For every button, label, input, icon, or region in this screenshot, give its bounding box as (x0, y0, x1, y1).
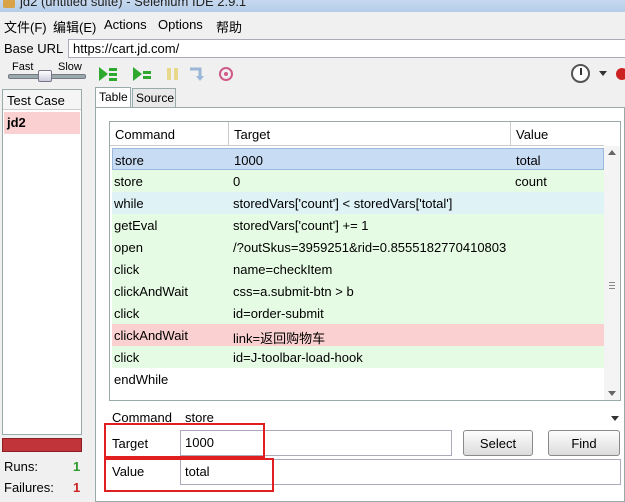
menu-options[interactable]: Options (158, 17, 203, 32)
scroll-grip (609, 282, 615, 283)
test-case-item[interactable]: jd2 (4, 112, 80, 134)
play-suite-icon[interactable] (97, 65, 119, 83)
failures-stat: Failures: 1 (4, 480, 80, 495)
failures-label: Failures: (4, 480, 54, 495)
window-title: jd2 (untitled suite) - Selenium IDE 2.9.… (20, 0, 247, 9)
cell-target: /?outSkus=3959251&rid=0.8555182770410803 (233, 240, 507, 255)
menu-file[interactable]: 文件(F) (4, 17, 47, 36)
cell-target: 1000 (234, 153, 263, 168)
base-url-bar: Base URL https://cart.jd.com/ (0, 37, 625, 59)
cell-command: clickAndWait (114, 284, 188, 299)
cell-target: link=返回购物车 (233, 331, 326, 346)
runs-count: 1 (73, 459, 81, 474)
cell-command: endWhile (114, 372, 169, 387)
table-row[interactable]: clickAndWait link=返回购物车 (112, 324, 604, 346)
highlight-box-value (104, 458, 274, 492)
cell-command: store (115, 153, 144, 168)
title-bar: jd2 (untitled suite) - Selenium IDE 2.9.… (0, 0, 625, 12)
progress-bar (2, 438, 82, 452)
cell-command: click (114, 262, 140, 277)
base-url-label: Base URL (4, 41, 64, 56)
cell-value: count (515, 174, 547, 189)
cell-command: click (114, 306, 140, 321)
table-scrollbar[interactable] (604, 146, 620, 400)
table-row[interactable]: click id=J-toolbar-load-hook (112, 346, 604, 368)
test-case-list: Test Case jd2 (2, 89, 82, 435)
scroll-up-icon[interactable] (608, 150, 616, 155)
cell-command: getEval (114, 218, 158, 233)
schedule-clock-icon[interactable] (571, 64, 590, 83)
cell-target: 0 (233, 174, 241, 189)
table-row[interactable]: getEval storedVars['count'] += 1 (112, 214, 604, 236)
cell-target: name=checkItem (233, 262, 333, 277)
cell-target: storedVars['count'] < storedVars['total'… (233, 196, 453, 211)
play-test-icon[interactable] (131, 65, 153, 83)
runs-stat: Runs: 1 (4, 459, 80, 474)
select-button[interactable]: Select (463, 430, 533, 456)
menu-edit[interactable]: 编辑(E) (53, 17, 96, 36)
tab-table[interactable]: Table (95, 87, 131, 108)
pause-icon[interactable] (162, 65, 184, 83)
failures-count: 1 (73, 480, 81, 495)
find-button[interactable]: Find (548, 430, 620, 456)
column-header-command[interactable]: Command (110, 122, 229, 146)
cell-target: id=J-toolbar-load-hook (233, 350, 363, 365)
base-url-input[interactable]: https://cart.jd.com/ (68, 39, 625, 58)
table-row[interactable]: endWhile (112, 368, 604, 390)
step-icon[interactable] (186, 65, 208, 83)
table-row[interactable]: open /?outSkus=3959251&rid=0.855518277041… (112, 236, 604, 258)
chevron-down-icon[interactable] (599, 71, 607, 76)
cell-value: total (516, 153, 541, 168)
runs-label: Runs: (4, 459, 38, 474)
menu-help[interactable]: 帮助 (216, 17, 242, 36)
menu-bar: 文件(F) 编辑(E) Actions Options 帮助 (0, 12, 625, 36)
table-row[interactable]: click id=order-submit (112, 302, 604, 324)
speed-fast-label: Fast (12, 61, 34, 73)
cell-command: open (114, 240, 143, 255)
table-row[interactable]: store 0 count (112, 170, 604, 192)
selenium-app-icon (3, 0, 15, 8)
cell-target: id=order-submit (233, 306, 324, 321)
test-case-header: Test Case (3, 90, 81, 110)
column-header-target[interactable]: Target (229, 122, 511, 146)
cell-command: clickAndWait (114, 328, 188, 343)
test-case-panel: Test Case jd2 Runs: 1 Failures: 1 (0, 89, 84, 502)
speed-slider-thumb[interactable] (38, 70, 52, 82)
scroll-down-icon[interactable] (608, 391, 616, 396)
table-row[interactable]: store 1000 total (112, 148, 604, 170)
menu-actions[interactable]: Actions (104, 17, 147, 32)
speed-slow-label: Slow (58, 61, 82, 73)
highlight-box-target (104, 423, 265, 458)
cell-command: click (114, 350, 140, 365)
table-row[interactable]: while storedVars['count'] < storedVars['t… (112, 192, 604, 214)
cell-target: storedVars['count'] += 1 (233, 218, 369, 233)
scroll-grip (609, 288, 615, 289)
cell-target: css=a.submit-btn > b (233, 284, 354, 299)
cell-command: while (114, 196, 144, 211)
command-table: Command Target Value store 1000 total store… (109, 121, 621, 401)
table-row[interactable]: click name=checkItem (112, 258, 604, 280)
rollup-icon[interactable] (215, 65, 237, 83)
record-icon[interactable] (612, 65, 625, 83)
command-dropdown-icon[interactable] (611, 416, 619, 421)
scroll-grip (609, 285, 615, 286)
column-header-value[interactable]: Value (511, 122, 604, 146)
table-row[interactable]: clickAndWait css=a.submit-btn > b (112, 280, 604, 302)
tab-source[interactable]: Source (132, 88, 176, 107)
cell-command: store (114, 174, 143, 189)
